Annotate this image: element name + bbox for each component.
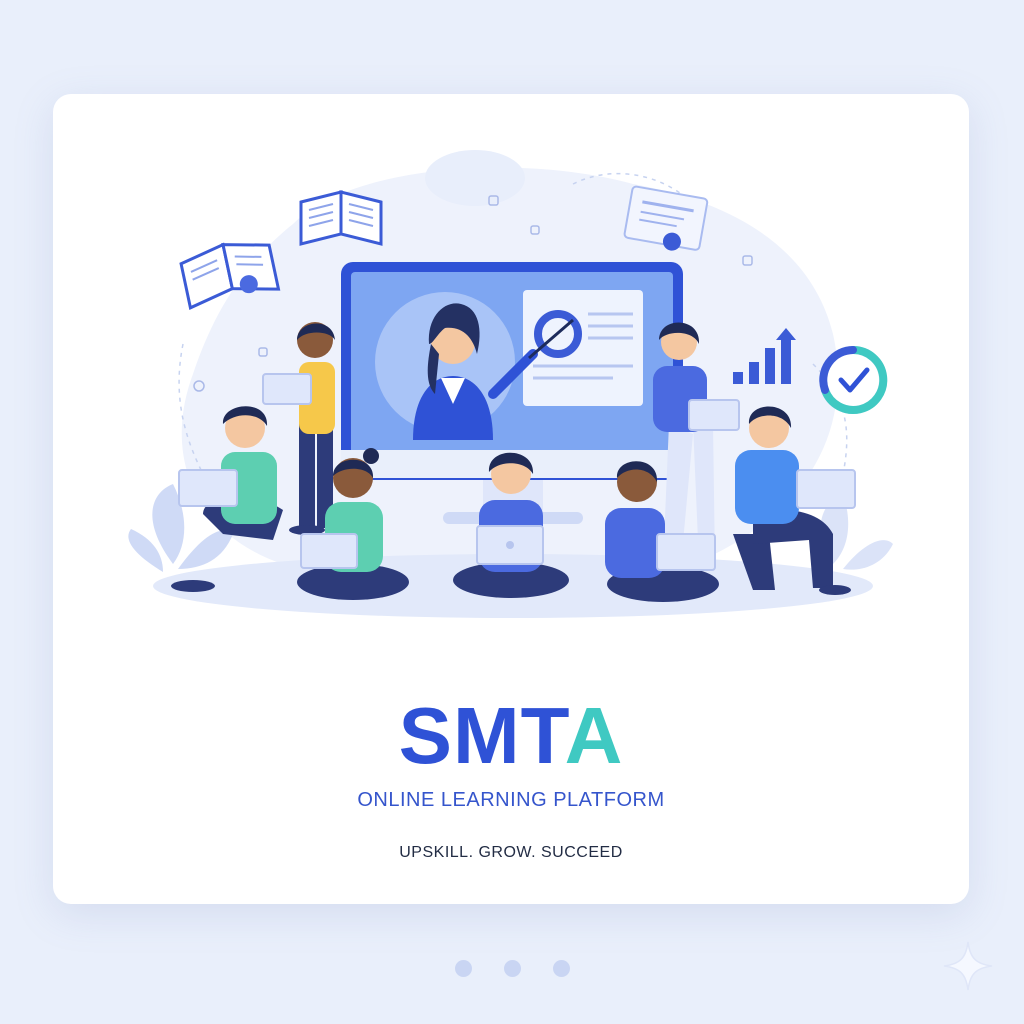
brand-accent-letter: A <box>564 691 624 780</box>
tagline: ONLINE LEARNING PLATFORM <box>357 789 665 811</box>
carousel-dot-1[interactable] <box>454 960 472 977</box>
brand-logo-text: SMTA <box>53 696 969 776</box>
slogan: UPSKILL. GROW. SUCCEED <box>399 844 623 861</box>
online-learning-illustration <box>128 150 893 618</box>
hero-card: SMTA ONLINE LEARNING PLATFORM UPSKILL. G… <box>53 94 969 904</box>
checkmark-circle-icon <box>819 345 888 414</box>
carousel-pagination <box>0 960 1024 977</box>
background-blob <box>425 150 525 206</box>
carousel-dot-3[interactable] <box>552 960 570 977</box>
carousel-dot-2[interactable] <box>503 960 521 977</box>
brand-prefix: SMT <box>398 691 565 780</box>
sparkle-icon <box>943 941 993 991</box>
